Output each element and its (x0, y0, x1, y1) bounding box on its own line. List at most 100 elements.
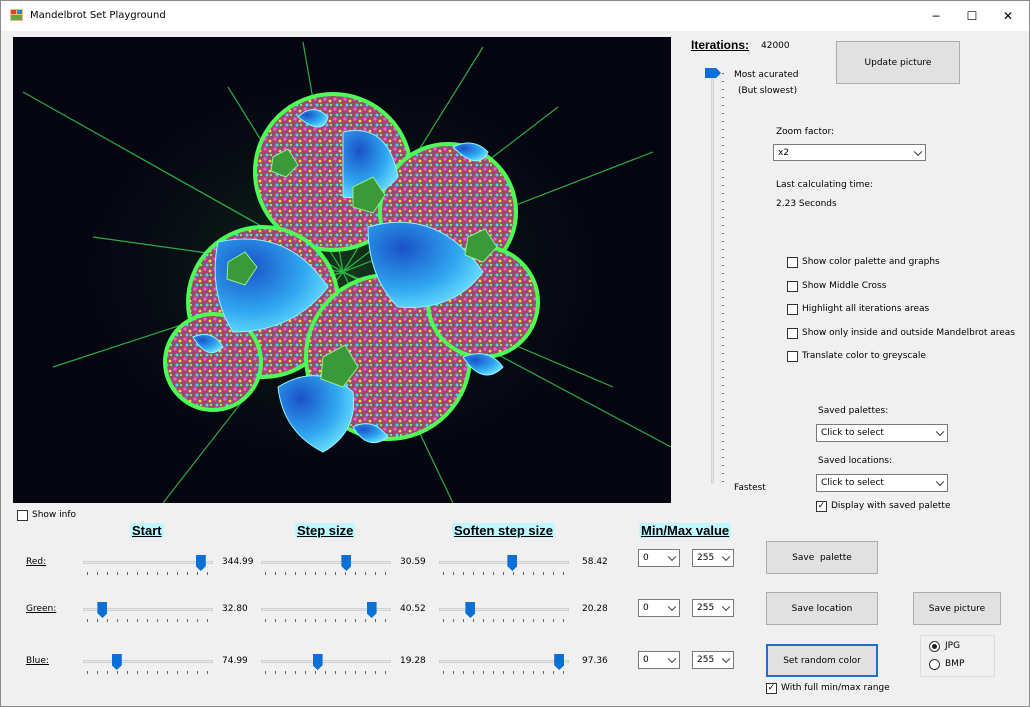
minimize-button[interactable]: ─ (917, 1, 955, 31)
chevron-down-icon (721, 552, 731, 562)
green-channel-label: Green: (26, 604, 57, 614)
iterations-slider-thumb[interactable] (705, 68, 721, 78)
full-range-checkbox[interactable]: ✓ (766, 683, 777, 694)
blue-start-thumb[interactable] (111, 654, 122, 670)
saved-locations-label: Saved locations: (818, 456, 893, 466)
blue-min-select[interactable]: 0 (638, 651, 680, 669)
fractal-image (13, 37, 671, 503)
save-palette-button[interactable]: Save palette (766, 541, 878, 574)
green-start-slider[interactable] (83, 602, 213, 626)
red-min-select[interactable]: 0 (638, 549, 680, 567)
red-step-slider[interactable] (261, 555, 391, 579)
red-max-select[interactable]: 255 (692, 549, 734, 567)
option-checkbox-1[interactable] (787, 281, 798, 292)
maximize-button[interactable]: ☐ (953, 1, 991, 31)
blue-max-value: 255 (697, 655, 715, 665)
green-min-select[interactable]: 0 (638, 599, 680, 617)
show-info-label: Show info (32, 510, 77, 520)
blue-soften-thumb[interactable] (554, 654, 565, 670)
mandelbrot-canvas[interactable] (13, 37, 671, 503)
minimize-icon: ─ (932, 9, 940, 23)
full-range-label: With full min/max range (781, 683, 890, 693)
display-saved-palette-checkbox[interactable]: ✓ (816, 501, 827, 512)
blue-start-value: 74.99 (222, 656, 248, 666)
chevron-down-icon (667, 602, 677, 612)
set-random-color-button[interactable]: Set random color (766, 644, 878, 677)
green-soften-slider[interactable] (439, 602, 569, 626)
red-soften-value: 58.42 (582, 557, 608, 567)
iterations-label: Iterations: (691, 38, 750, 52)
saved-palettes-value: Click to select (821, 428, 884, 438)
green-soften-thumb[interactable] (465, 602, 476, 618)
iterations-slider-track[interactable] (711, 71, 714, 483)
saved-locations-select[interactable]: Click to select (816, 474, 948, 492)
green-step-value: 40.52 (400, 604, 426, 614)
blue-step-thumb[interactable] (312, 654, 323, 670)
zoom-factor-value: x2 (778, 147, 790, 158)
green-start-value: 32.80 (222, 604, 248, 614)
chevron-down-icon (667, 654, 677, 664)
save-palette-label: Save palette (792, 552, 852, 563)
red-step-thumb[interactable] (341, 555, 352, 571)
maximize-icon: ☐ (966, 9, 978, 23)
zoom-factor-label: Zoom factor: (776, 127, 835, 137)
chevron-down-icon (913, 147, 923, 156)
blue-soften-value: 97.36 (582, 656, 608, 666)
header-min-max-value: Min/Max value (639, 523, 732, 538)
green-step-slider[interactable] (261, 602, 391, 626)
chevron-down-icon (721, 654, 731, 664)
iterations-slider-ticks (722, 73, 724, 483)
red-start-thumb[interactable] (195, 555, 206, 571)
header-step-size: Step size (295, 523, 356, 538)
blue-channel-label: Blue: (26, 656, 49, 666)
check-icon: ✓ (817, 501, 826, 511)
close-icon: ✕ (1002, 9, 1014, 23)
fastest-label: Fastest (734, 483, 766, 493)
check-icon: ✓ (767, 683, 776, 693)
window-title: Mandelbrot Set Playground (30, 10, 166, 21)
option-checkbox-2[interactable] (787, 304, 798, 315)
display-saved-palette-label: Display with saved palette (831, 501, 951, 511)
save-picture-label: Save picture (928, 603, 986, 614)
red-channel-label: Red: (26, 557, 47, 567)
green-start-thumb[interactable] (97, 602, 108, 618)
save-picture-button[interactable]: Save picture (913, 592, 1001, 625)
save-location-label: Save location (791, 603, 853, 614)
green-max-select[interactable]: 255 (692, 599, 734, 617)
calc-time-value: 2.23 Seconds (776, 199, 837, 209)
option-label-0: Show color palette and graphs (802, 257, 940, 267)
close-button[interactable]: ✕ (989, 1, 1027, 31)
update-picture-button[interactable]: Update picture (836, 41, 960, 84)
blue-start-slider[interactable] (83, 654, 213, 678)
green-step-thumb[interactable] (366, 602, 377, 618)
update-picture-label: Update picture (864, 57, 932, 68)
green-soften-value: 20.28 (582, 604, 608, 614)
blue-step-slider[interactable] (261, 654, 391, 678)
chevron-down-icon (667, 552, 677, 562)
saved-palettes-select[interactable]: Click to select (816, 424, 948, 442)
option-checkbox-3[interactable] (787, 328, 798, 339)
bmp-radio[interactable] (929, 659, 940, 670)
green-max-value: 255 (697, 603, 715, 613)
calc-time-label: Last calculating time: (776, 180, 873, 190)
chevron-down-icon (935, 427, 945, 437)
option-label-2: Highlight all iterations areas (802, 304, 930, 314)
save-location-button[interactable]: Save location (766, 592, 878, 625)
red-soften-thumb[interactable] (507, 555, 518, 571)
option-checkbox-4[interactable] (787, 351, 798, 362)
red-step-value: 30.59 (400, 557, 426, 567)
iterations-value: 42000 (761, 41, 790, 51)
blue-step-value: 19.28 (400, 656, 426, 666)
blue-soften-slider[interactable] (439, 654, 569, 678)
bmp-label: BMP (945, 659, 965, 669)
jpg-radio[interactable] (929, 641, 940, 652)
blue-max-select[interactable]: 255 (692, 651, 734, 669)
option-checkbox-0[interactable] (787, 257, 798, 268)
red-soften-slider[interactable] (439, 555, 569, 579)
most-accurate-label: Most acurated (734, 70, 799, 80)
red-start-slider[interactable] (83, 555, 213, 579)
option-label-4: Translate color to greyscale (802, 351, 926, 361)
zoom-factor-select[interactable]: x2 (773, 144, 926, 161)
show-info-checkbox[interactable] (17, 510, 28, 521)
option-label-1: Show Middle Cross (802, 281, 887, 291)
